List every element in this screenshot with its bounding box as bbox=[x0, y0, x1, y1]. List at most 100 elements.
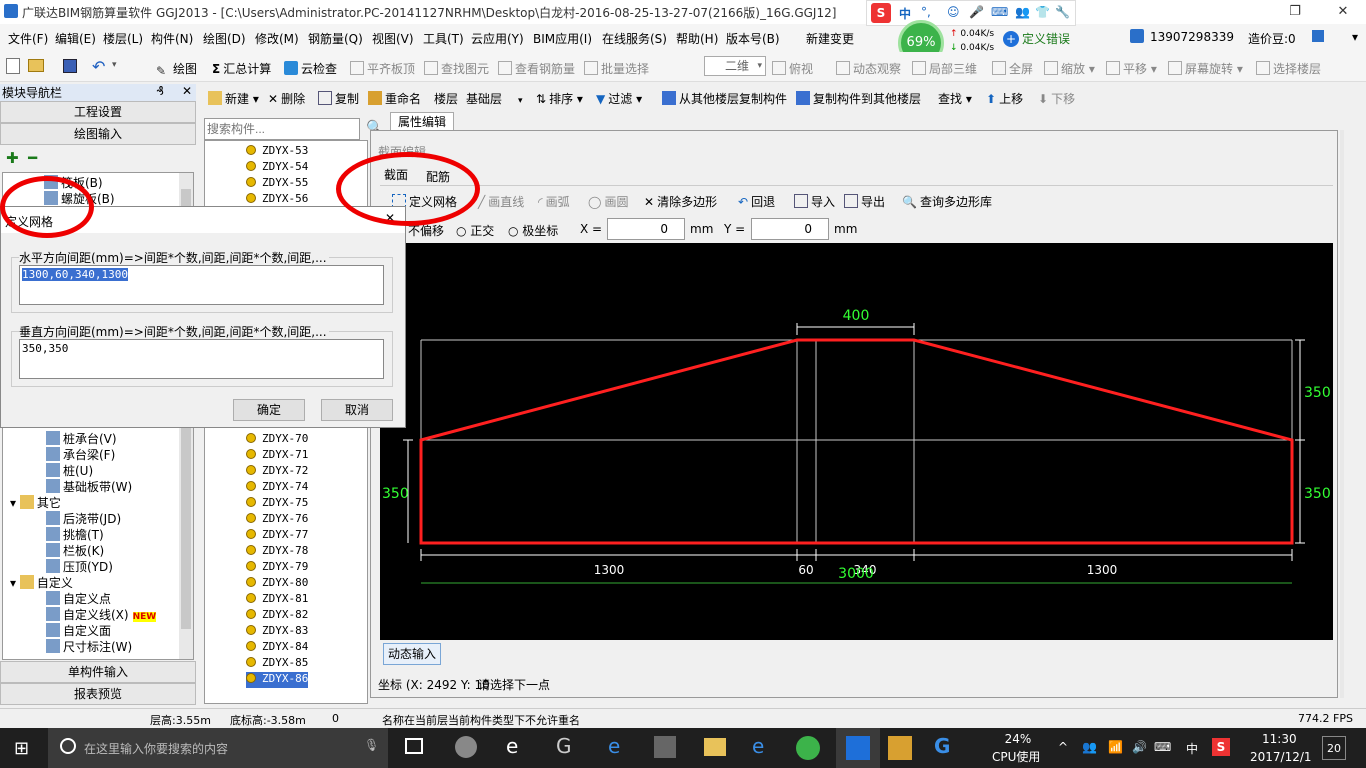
file-explorer-icon[interactable] bbox=[704, 738, 726, 756]
draw-circle-button[interactable]: ◯ 画圆 bbox=[588, 193, 628, 210]
component-item[interactable]: ZDYX-81 bbox=[246, 592, 308, 608]
draw-arc-button[interactable]: ◜ 画弧 bbox=[538, 193, 570, 210]
component-item[interactable]: ZDYX-75 bbox=[246, 496, 308, 512]
local-3d-button[interactable]: 局部三维 bbox=[912, 60, 977, 77]
overflow-icon[interactable]: ▾ bbox=[1352, 30, 1358, 44]
pan-button[interactable]: 平移 ▾ bbox=[1106, 60, 1157, 77]
component-item[interactable]: ZDYX-78 bbox=[246, 544, 308, 560]
y-input[interactable]: 0 bbox=[751, 218, 829, 240]
tree-expand-icon[interactable]: ▾ bbox=[10, 576, 20, 590]
move-up-button[interactable]: ⬆ 上移 bbox=[986, 90, 1023, 107]
tab-property-edit[interactable]: 属性编辑 bbox=[390, 112, 454, 132]
user-icon[interactable]: 👥 bbox=[1015, 5, 1030, 19]
fan-app-icon[interactable] bbox=[455, 736, 477, 758]
open-folder-icon[interactable] bbox=[28, 59, 44, 72]
component-search-input[interactable] bbox=[204, 118, 360, 140]
cloud-check-button[interactable]: 云检查 bbox=[284, 60, 337, 77]
keyboard-icon[interactable]: ⌨ bbox=[991, 5, 1008, 19]
tree-item[interactable]: 压顶(YD) bbox=[46, 558, 113, 574]
view-mode-select[interactable]: 二维 ▾ bbox=[704, 56, 766, 76]
new-component-button[interactable]: 新建 ▾ bbox=[208, 90, 259, 107]
move-down-button[interactable]: ⬇ 下移 bbox=[1038, 90, 1075, 107]
component-item[interactable]: ZDYX-74 bbox=[246, 480, 308, 496]
task-view-icon[interactable] bbox=[405, 738, 423, 754]
collapse-all-icon[interactable]: ━ bbox=[28, 149, 37, 167]
notification-center[interactable]: 20 bbox=[1322, 736, 1346, 760]
find-element-button[interactable]: 查找图元 bbox=[424, 60, 489, 77]
menu-item[interactable]: 云应用(Y) bbox=[471, 30, 524, 47]
select-floor-button[interactable]: 选择楼层 bbox=[1256, 60, 1321, 77]
menu-item[interactable]: BIM应用(I) bbox=[533, 30, 592, 47]
tree-item[interactable]: 尺寸标注(W) bbox=[46, 638, 132, 654]
undo-section-button[interactable]: ↶ 回退 bbox=[738, 193, 775, 210]
report-preview-button[interactable]: 报表预览 bbox=[0, 683, 196, 705]
menu-item[interactable]: 在线服务(S) bbox=[602, 30, 667, 47]
component-item[interactable]: ZDYX-76 bbox=[246, 512, 308, 528]
save-icon[interactable] bbox=[63, 59, 77, 73]
tree-item[interactable]: 基础板带(W) bbox=[46, 478, 132, 494]
batch-select-button[interactable]: 批量选择 bbox=[584, 60, 649, 77]
tree-group[interactable]: ▾ 自定义 bbox=[10, 574, 73, 590]
export-button[interactable]: 导出 bbox=[844, 193, 885, 210]
component-item[interactable]: ZDYX-79 bbox=[246, 560, 308, 576]
far-right-scrollbar[interactable] bbox=[1344, 84, 1362, 704]
shirt-icon[interactable]: 👕 bbox=[1035, 5, 1050, 19]
tree-item[interactable]: 自定义线(X) NEW bbox=[46, 606, 157, 622]
people-icon[interactable]: 👥 bbox=[1082, 740, 1097, 754]
summary-button[interactable]: Σ 汇总计算 bbox=[212, 60, 271, 77]
tree-expand-icon[interactable]: ▾ bbox=[10, 496, 20, 510]
pin-icon[interactable]: ₰ bbox=[156, 84, 164, 98]
mic-search-icon[interactable]: 🎙 bbox=[364, 738, 379, 752]
fullscreen-button[interactable]: 全屏 bbox=[992, 60, 1033, 77]
volume-icon[interactable]: 🔊 bbox=[1132, 740, 1147, 754]
polar-radio[interactable]: ○ 极坐标 bbox=[508, 222, 558, 239]
project-settings-button[interactable]: 工程设置 bbox=[0, 101, 196, 123]
vertical-spacing-input[interactable]: 350,350 bbox=[19, 339, 384, 379]
mic-icon[interactable]: 🎤 bbox=[969, 5, 984, 19]
ime-indicator[interactable]: 中 bbox=[1186, 740, 1198, 757]
punct-icon[interactable]: °, bbox=[921, 5, 931, 19]
ie-icon[interactable]: e bbox=[752, 734, 764, 758]
tree-item[interactable]: 桩承台(V) bbox=[46, 430, 117, 446]
tray-expand-icon[interactable]: ^ bbox=[1058, 740, 1068, 754]
tree-item[interactable]: 自定义面 bbox=[46, 622, 111, 638]
copy-from-floor-button[interactable]: 从其他楼层复制构件 bbox=[662, 90, 787, 107]
draw-input-button[interactable]: 绘图输入 bbox=[0, 123, 196, 145]
tree-item[interactable]: 后浇带(JD) bbox=[46, 510, 121, 526]
component-item[interactable]: ZDYX-80 bbox=[246, 576, 308, 592]
active-app-tab[interactable] bbox=[836, 728, 880, 768]
undo-dropdown-icon[interactable]: ▾ bbox=[112, 60, 117, 70]
tree-item[interactable]: 栏板(K) bbox=[46, 542, 104, 558]
network-icon[interactable]: 📶 bbox=[1108, 740, 1123, 754]
sort-button[interactable]: ⇅ 排序 ▾ bbox=[536, 90, 583, 107]
tree-item[interactable]: 自定义点 bbox=[46, 590, 111, 606]
new-file-icon[interactable] bbox=[6, 58, 20, 74]
component-item[interactable]: ZDYX-82 bbox=[246, 608, 308, 624]
tree-item[interactable]: 承台梁(F) bbox=[46, 446, 115, 462]
tree-group[interactable]: ▾ 其它 bbox=[10, 494, 61, 510]
menu-item[interactable]: 绘图(D) bbox=[203, 30, 246, 47]
import-button[interactable]: 导入 bbox=[794, 193, 835, 210]
ok-button[interactable]: 确定 bbox=[233, 399, 305, 421]
restore-button[interactable]: ❐ bbox=[1280, 2, 1310, 22]
clock-date[interactable]: 2017/12/1 bbox=[1250, 750, 1312, 764]
close-button[interactable]: ✕ bbox=[1328, 2, 1358, 22]
menu-item[interactable]: 帮助(H) bbox=[676, 30, 718, 47]
nav-close-icon[interactable]: ✕ bbox=[182, 84, 192, 98]
component-item[interactable]: ZDYX-53 bbox=[246, 144, 308, 160]
phone-number[interactable]: 13907298339 bbox=[1150, 30, 1234, 44]
floor-select[interactable]: 基础层 ▾ bbox=[466, 90, 523, 107]
draw-line-button[interactable]: ╱ 画直线 bbox=[478, 193, 524, 210]
drawing-canvas[interactable]: 400 350 350 350 1300 60 340 1300 3000 bbox=[380, 243, 1333, 640]
top-view-button[interactable]: 俯视 bbox=[772, 60, 813, 77]
windows-start-icon[interactable]: ⊞ bbox=[14, 738, 29, 759]
zoom-button[interactable]: 缩放 ▾ bbox=[1044, 60, 1095, 77]
menu-item[interactable]: 修改(M) bbox=[255, 30, 299, 47]
wrench-icon[interactable]: 🔧 bbox=[1055, 5, 1070, 19]
copy-button[interactable]: 复制 bbox=[318, 90, 359, 107]
component-item[interactable]: ZDYX-85 bbox=[246, 656, 308, 672]
emoji-icon[interactable]: ☺ bbox=[947, 5, 960, 19]
horizontal-spacing-input[interactable]: 1300,60,340,1300 bbox=[19, 265, 384, 305]
menu-item[interactable]: 版本号(B) bbox=[726, 30, 780, 47]
component-item[interactable]: ZDYX-71 bbox=[246, 448, 308, 464]
